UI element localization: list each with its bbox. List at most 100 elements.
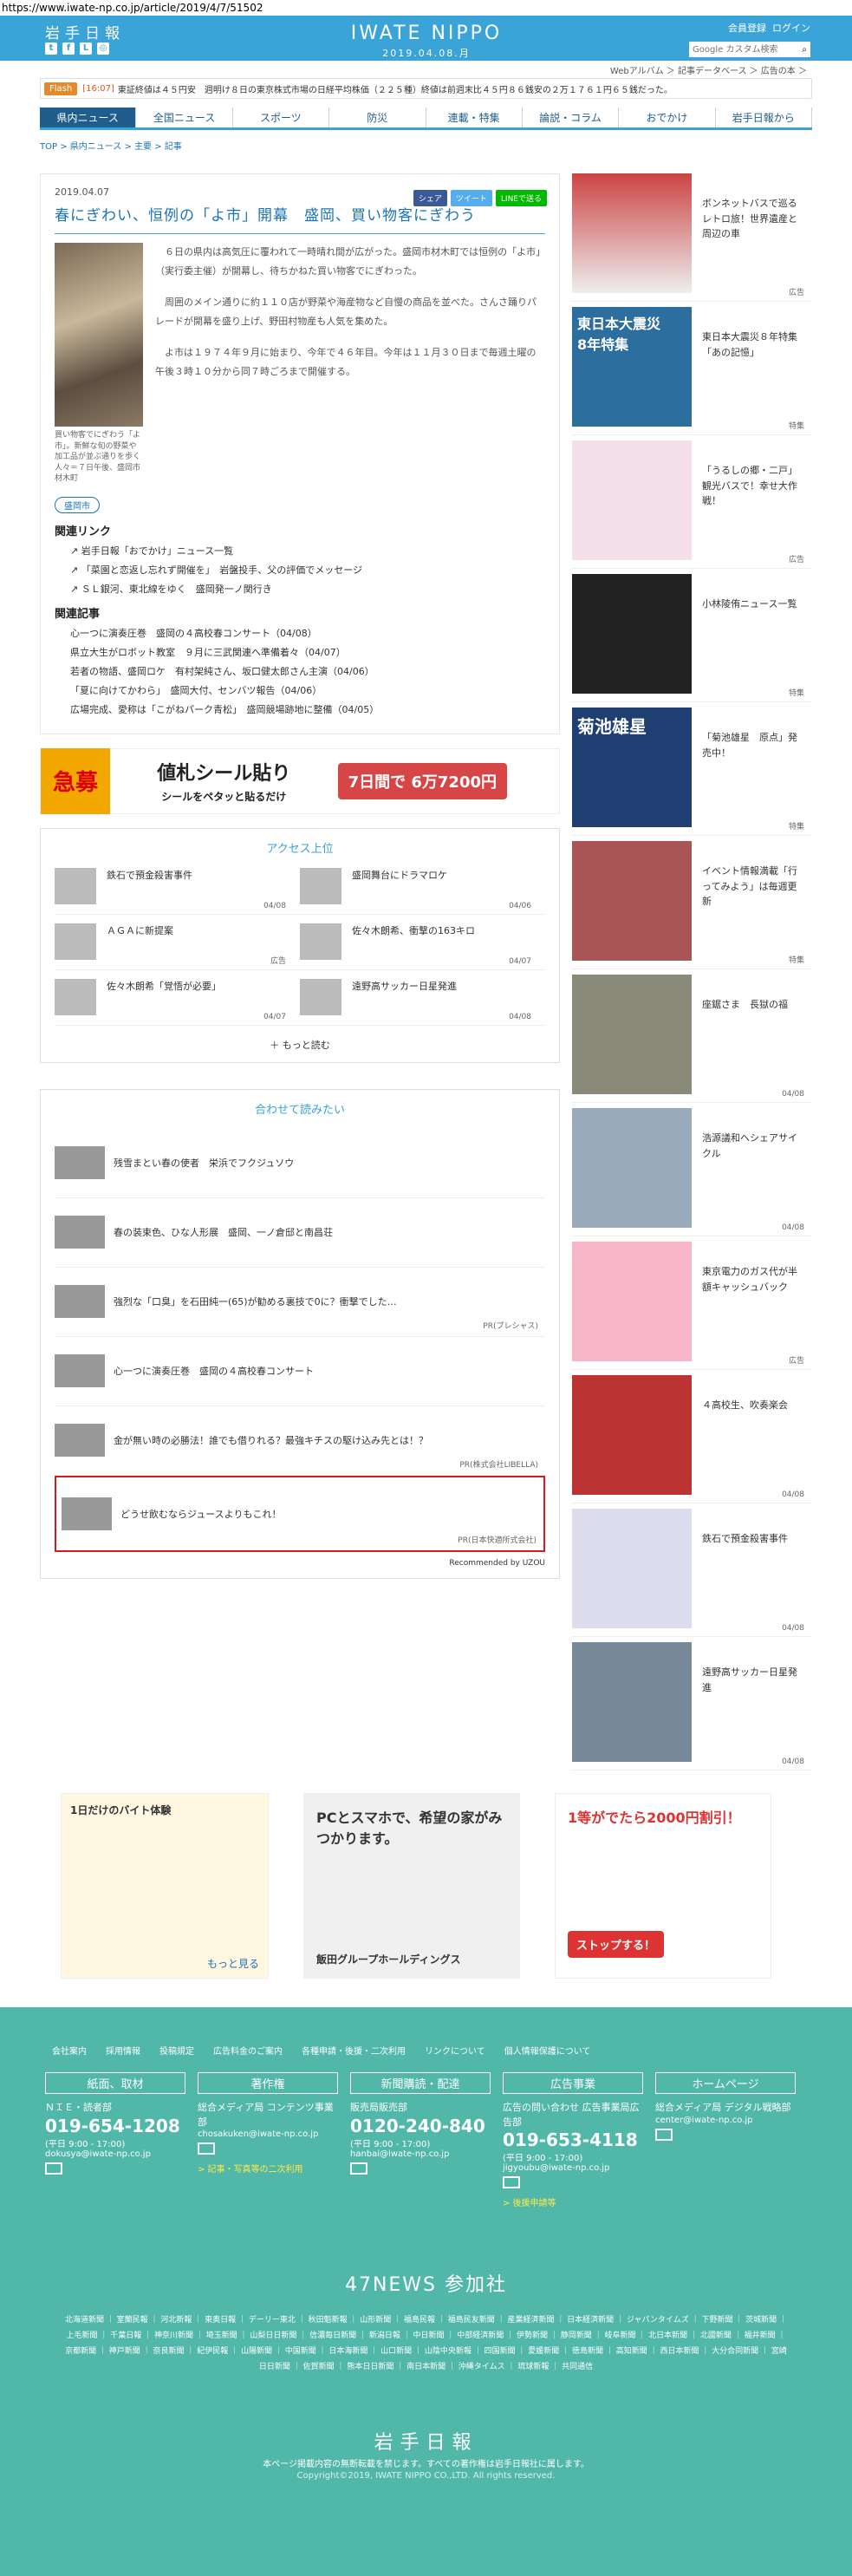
- ranking-item[interactable]: 佐々木朗希「覚悟が必要」 04/07: [55, 978, 300, 1026]
- article-photo[interactable]: 買い物客でにぎわう「よ市」。新鮮な旬の野菜や加工品が並ぶ通りを歩く人々＝７日午後…: [55, 243, 143, 485]
- sidebar-item[interactable]: 東日本大震災 8年特集 東日本大震災８年特集「あの記憶」 特集: [572, 307, 811, 435]
- facebook-share-button[interactable]: シェア: [413, 190, 447, 206]
- mail-icon[interactable]: [655, 2128, 673, 2141]
- ranking-item[interactable]: 盛岡舞台にドラマロケ 04/06: [300, 867, 545, 915]
- sidebar-item[interactable]: ボンネットバスで巡るレトロ旅！世界遺産と周辺の車 広告: [572, 173, 811, 302]
- related-article[interactable]: 若者の物語、盛岡ロケ 有村架純さん、坂口健太郎さん主演（04/06）: [70, 664, 545, 678]
- footer-link[interactable]: 個人情報保護について: [504, 2044, 591, 2057]
- col-tel[interactable]: 0120-240-840: [350, 2116, 491, 2136]
- col-mail[interactable]: hanbai@iwate-np.co.jp: [350, 2149, 491, 2159]
- ad-link[interactable]: もっと見る: [70, 1956, 259, 1971]
- sub-nav[interactable]: Webアルバム ＞ 記事データベース ＞ 広告の本 ＞: [0, 61, 852, 78]
- mail-icon[interactable]: [45, 2162, 62, 2175]
- breadcrumb-item[interactable]: 県内ニュース: [70, 142, 122, 152]
- member-link[interactable]: 会員登録: [728, 23, 766, 34]
- sidebar-item[interactable]: 座鋸さま 長獄の福 04/08: [572, 975, 811, 1103]
- col-dept: 販売局販売部: [350, 2102, 407, 2113]
- related-link[interactable]: 「菜園と恋返し忘れず開催を」 岩盤投手、父の評価でメッセージ: [70, 563, 545, 577]
- bottom-ad[interactable]: 1等がでたら2000円割引！ ストップする！: [555, 1793, 771, 1979]
- nav-item[interactable]: 県内ニュース: [40, 108, 137, 127]
- nav-item[interactable]: 論説・コラム: [523, 108, 620, 127]
- sidebar-item[interactable]: 遠野高サッカー日星発進 04/08: [572, 1642, 811, 1771]
- flash-message[interactable]: 東証終値は４５円安 週明け８日の東京株式市場の日経平均株価（２２５種）終値は前週…: [118, 82, 673, 95]
- sidebar-item[interactable]: イベント情報満載「行ってみよう」は毎週更新 特集: [572, 841, 811, 969]
- url-bar[interactable]: https://www.iwate-np.co.jp/article/2019/…: [0, 0, 852, 16]
- readmore-item-highlighted[interactable]: どうせ飲むならジュースよりもこれ！ PR(日本快適所式会社): [55, 1475, 545, 1552]
- mail-icon[interactable]: [350, 2162, 367, 2175]
- sidebar-item[interactable]: ４高校生、吹奏楽会 04/08: [572, 1375, 811, 1503]
- sidebar-item[interactable]: 菊池雄星 「菊池雄星 原点」発売中！ 特集: [572, 708, 811, 836]
- related-article[interactable]: 広場完成、愛称は「こがねパーク青松」 盛岡競場跡地に整備（04/05）: [70, 702, 545, 716]
- facebook-icon[interactable]: f: [62, 42, 75, 55]
- col-link[interactable]: > 後援申請等: [503, 2195, 643, 2208]
- readmore-item[interactable]: 残雪まとい春の使者 栄浜でフクジュソウ: [55, 1129, 545, 1198]
- col-link[interactable]: > 記事・写真等の二次利用: [198, 2162, 338, 2175]
- nav-item[interactable]: スポーツ: [233, 108, 330, 127]
- nav-item[interactable]: 岩手日報から: [716, 108, 812, 127]
- bottom-ad[interactable]: 1日だけのバイト体験 もっと見る: [61, 1793, 269, 1979]
- col-mail[interactable]: dokusya@iwate-np.co.jp: [45, 2149, 185, 2159]
- col-mail[interactable]: jigyoubu@iwate-np.co.jp: [503, 2163, 643, 2173]
- col-mail[interactable]: center@iwate-np.co.jp: [655, 2116, 796, 2125]
- related-article[interactable]: 県立大生がロボット教室 ９月に三武関連へ準備着々（04/07）: [70, 645, 545, 659]
- footer-link[interactable]: リンクについて: [425, 2044, 485, 2057]
- ranking-item[interactable]: 佐々木朗希、衝撃の163キロ 04/07: [300, 923, 545, 970]
- readmore-item[interactable]: 強烈な「口臭」を石田純一(65)が勧める裏技で0に？衝撃でした… PR(プレシャス…: [55, 1268, 545, 1337]
- nav-item[interactable]: 全国ニュース: [136, 108, 233, 127]
- line-icon[interactable]: L: [80, 42, 92, 55]
- twitter-icon[interactable]: t: [45, 42, 57, 55]
- ranking-item[interactable]: ＡＧＡに新提案 広告: [55, 923, 300, 970]
- footer-link[interactable]: 各種申請・後援・二次利用: [302, 2044, 406, 2057]
- nav-item[interactable]: 連載・特集: [426, 108, 523, 127]
- bottom-ad[interactable]: PCとスマホで、希望の家がみつかります。 飯田グループホールディングス: [303, 1793, 520, 1979]
- instagram-icon[interactable]: ◎: [97, 42, 109, 55]
- login-link[interactable]: ログイン: [772, 23, 810, 34]
- tag-button[interactable]: 盛岡市: [55, 496, 100, 513]
- nav-item[interactable]: おでかけ: [619, 108, 716, 127]
- mail-icon[interactable]: [503, 2176, 520, 2188]
- job-ad-banner[interactable]: 急募 値札シール貼り シールをペタッと貼るだけ 7日間で 6万7200円: [40, 747, 560, 814]
- readmore-title: 心一つに演奏圧巻 盛岡の４高校春コンサート: [114, 1366, 314, 1378]
- flash-news[interactable]: Flash [16:07] 東証終値は４５円安 週明け８日の東京株式市場の日経平…: [40, 78, 812, 99]
- related-link[interactable]: ＳＬ銀河、東北線をゆく 盛岡発一ノ関行き: [70, 582, 545, 596]
- readmore-item[interactable]: 春の装束色、ひな人形展 盛岡、一ノ倉邸と南昌荘: [55, 1198, 545, 1268]
- sidebar-item[interactable]: 鉄石で預金殺害事件 04/08: [572, 1509, 811, 1637]
- contact-columns: 紙面、取材 ＮＩＥ・読者部 019-654-1208 (平日 9:00 - 17:00…: [45, 2072, 852, 2208]
- related-article[interactable]: 「夏に向けてかわら」 盛岡大付、センバツ報告（04/06）: [70, 683, 545, 697]
- sidebar-item[interactable]: 「うるしの郷・二戸」観光バスで！幸せ大作戦！ 広告: [572, 440, 811, 569]
- sidebar-item[interactable]: 東京電力のガス代が半額キャッシュバック 広告: [572, 1242, 811, 1370]
- ranking-item[interactable]: 鉄石で預金殺害事件 04/08: [55, 867, 300, 915]
- breadcrumb-item[interactable]: TOP: [40, 142, 57, 152]
- footer-link[interactable]: 採用情報: [106, 2044, 140, 2057]
- sidebar-item[interactable]: 浩源議和へシェアサイクル 04/08: [572, 1108, 811, 1236]
- site-logo[interactable]: IWATE NIPPO 2019.04.08.月: [340, 23, 513, 60]
- col-tel[interactable]: 019-654-1208: [45, 2116, 185, 2136]
- photo-image[interactable]: [55, 243, 143, 427]
- recommend-credit[interactable]: Recommended by UZOU: [55, 1559, 545, 1568]
- col-tel[interactable]: 019-653-4118: [503, 2129, 643, 2150]
- ranking-item[interactable]: 遠野高サッカー日星発進 04/08: [300, 978, 545, 1026]
- more-button[interactable]: ＋ もっと読む: [55, 1038, 545, 1052]
- ad-stop-button[interactable]: ストップする！: [568, 1931, 665, 1958]
- brand-logo[interactable]: 岩手日報: [45, 21, 125, 42]
- tweet-button[interactable]: ツイート: [450, 190, 492, 206]
- search-input[interactable]: [689, 42, 798, 57]
- footer-link[interactable]: 投稿規定: [159, 2044, 194, 2057]
- sidebar-title: イベント情報満載「行ってみよう」は毎週更新: [702, 865, 797, 908]
- related-article[interactable]: 心一つに演奏圧巻 盛岡の４高校春コンサート（04/08）: [70, 626, 545, 640]
- breadcrumb-item[interactable]: 主要: [134, 142, 152, 152]
- related-link[interactable]: 岩手日報「おでかけ」ニュース一覧: [70, 544, 545, 558]
- footer-link[interactable]: 広告料金のご案内: [213, 2044, 283, 2057]
- col-mail[interactable]: chosakuken@iwate-np.co.jp: [198, 2129, 338, 2139]
- footer-link[interactable]: 会社案内: [52, 2044, 87, 2057]
- n47-papers[interactable]: 北海道新聞 ｜ 室蘭民報 ｜ 河北新報 ｜ 東奥日報 ｜ デーリー東北 ｜ 秋田…: [62, 2312, 790, 2375]
- readmore-item[interactable]: 心一つに演奏圧巻 盛岡の４高校春コンサート: [55, 1337, 545, 1406]
- mail-icon[interactable]: [198, 2142, 215, 2155]
- footer-brand[interactable]: 岩手日報: [0, 2427, 852, 2455]
- sidebar-item[interactable]: 小林陵侑ニュース一覧 特集: [572, 574, 811, 702]
- search-button[interactable]: ⌕: [798, 42, 810, 57]
- thumbnail: [55, 978, 96, 1015]
- readmore-item[interactable]: 金が無い時の必勝法！誰でも借りれる？最強キチスの駆け込み先とは！？ PR(株式会社…: [55, 1406, 545, 1476]
- nav-item[interactable]: 防災: [329, 108, 426, 127]
- line-share-button[interactable]: LINEで送る: [495, 190, 547, 206]
